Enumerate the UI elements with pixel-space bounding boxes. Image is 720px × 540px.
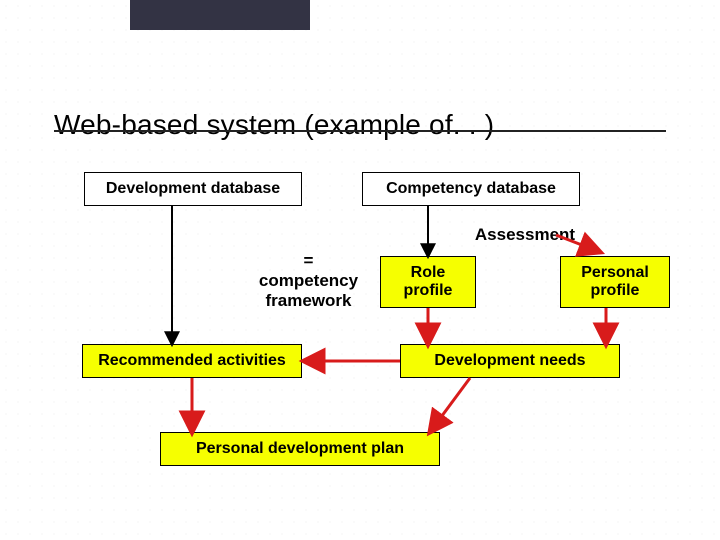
box-competency-database: Competency database: [362, 172, 580, 206]
box-recommended-activities: Recommended activities: [82, 344, 302, 378]
box-development-database: Development database: [84, 172, 302, 206]
title-underline: [54, 130, 666, 132]
accent-tab: [130, 0, 310, 30]
box-personal-development-plan: Personal development plan: [160, 432, 440, 466]
page-title: Web-based system (example of. . ): [54, 109, 494, 141]
label-eq-competency-framework: = competency framework: [251, 251, 366, 311]
box-role-profile: Role profile: [380, 256, 476, 308]
box-development-needs: Development needs: [400, 344, 620, 378]
label-assessment: Assessment: [440, 225, 610, 245]
box-personal-profile: Personal profile: [560, 256, 670, 308]
